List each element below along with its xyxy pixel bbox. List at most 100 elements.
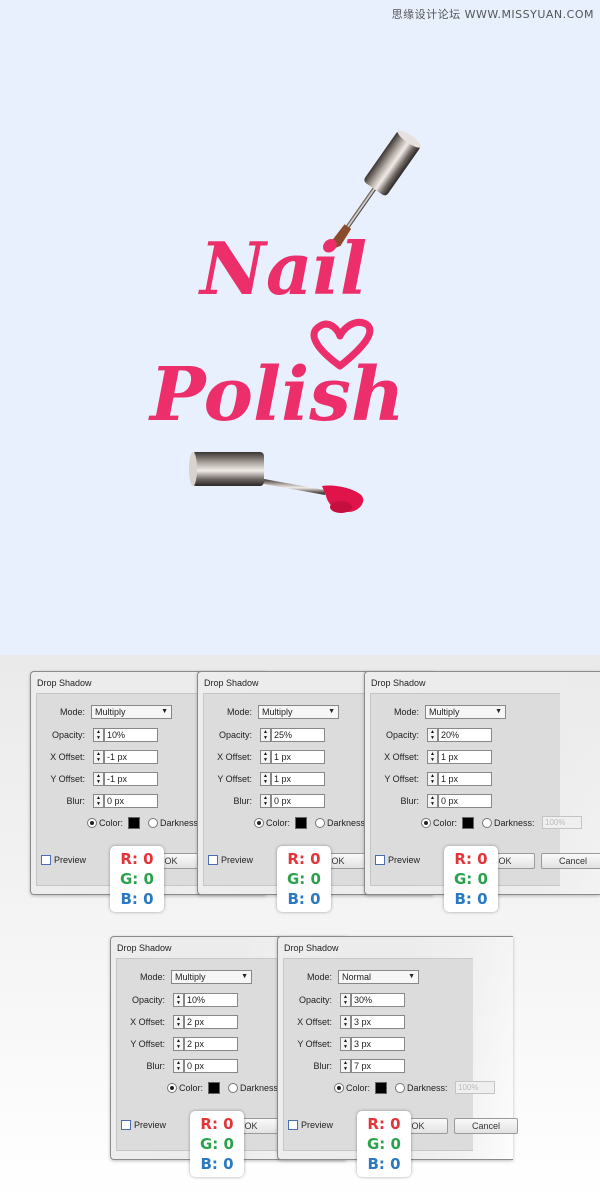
stepper-arrows-icon[interactable]: ▲ ▼ [260, 772, 271, 786]
y-offset-field[interactable]: 1 px [438, 772, 492, 786]
blur-label: Blur: [66, 796, 85, 806]
red-value: R: 0 [454, 850, 488, 868]
x-offset-field[interactable]: 1 px [271, 750, 325, 764]
color-swatch[interactable] [128, 817, 140, 829]
mode-select[interactable]: Multiply ▼ [171, 970, 252, 984]
mode-value: Normal [342, 972, 372, 982]
cancel-button[interactable]: Cancel [541, 853, 600, 869]
stepper-arrows-icon[interactable]: ▲ ▼ [93, 750, 104, 764]
stepper-arrows-icon[interactable]: ▲ ▼ [93, 728, 104, 742]
preview-checkbox[interactable] [121, 1120, 131, 1130]
opacity-field[interactable]: 10% [184, 993, 238, 1007]
color-row: Color: Darkness: 100% [284, 1081, 504, 1096]
stepper-arrows-icon[interactable]: ▲ ▼ [173, 1015, 184, 1029]
stepper-arrows-icon[interactable]: ▲ ▼ [427, 728, 438, 742]
mode-label: Mode: [306, 972, 332, 982]
polish-brush-bottom [189, 452, 364, 513]
stepper-arrows-icon[interactable]: ▲ ▼ [427, 794, 438, 808]
stepper-arrows-icon[interactable]: ▲ ▼ [340, 1037, 351, 1051]
darkness-radio[interactable] [395, 1083, 405, 1093]
opacity-label: Opacity: [385, 730, 419, 740]
stepper-arrows-icon[interactable]: ▲ ▼ [173, 1059, 184, 1073]
blur-field[interactable]: 0 px [104, 794, 158, 808]
cancel-button[interactable]: Cancel [454, 1118, 518, 1134]
opacity-field[interactable]: 20% [438, 728, 492, 742]
stepper-arrows-icon[interactable]: ▲ ▼ [173, 993, 184, 1007]
x-offset-field[interactable]: 1 px [438, 750, 492, 764]
rgb-color-badge: R: 0 G: 0 B: 0 [277, 846, 331, 912]
mode-value: Multiply [95, 707, 126, 717]
mode-select[interactable]: Normal ▼ [338, 970, 419, 984]
blur-field[interactable]: 7 px [351, 1059, 405, 1073]
color-label: Color: [346, 1083, 371, 1093]
x-offset-field[interactable]: -1 px [104, 750, 158, 764]
blur-field[interactable]: 0 px [271, 794, 325, 808]
y-offset-field[interactable]: -1 px [104, 772, 158, 786]
color-swatch[interactable] [295, 817, 307, 829]
color-radio[interactable] [167, 1083, 177, 1093]
stepper-arrows-icon[interactable]: ▲ ▼ [93, 772, 104, 786]
darkness-radio[interactable] [315, 818, 325, 828]
x-offset-label: X Offset: [217, 752, 252, 762]
artwork-text-nail: Nail [198, 226, 367, 311]
red-value: R: 0 [367, 1115, 401, 1133]
color-swatch[interactable] [208, 1082, 220, 1094]
mode-select[interactable]: Multiply ▼ [258, 705, 339, 719]
x-offset-field[interactable]: 3 px [351, 1015, 405, 1029]
color-label: Color: [179, 1083, 204, 1093]
stepper-arrows-icon[interactable]: ▲ ▼ [340, 1059, 351, 1073]
color-swatch[interactable] [375, 1082, 387, 1094]
y-offset-field[interactable]: 1 px [271, 772, 325, 786]
stepper-arrows-icon[interactable]: ▲ ▼ [260, 728, 271, 742]
y-offset-field[interactable]: 3 px [351, 1037, 405, 1051]
mode-select[interactable]: Multiply ▼ [91, 705, 172, 719]
y-offset-field[interactable]: 2 px [184, 1037, 238, 1051]
x-offset-label: X Offset: [50, 752, 85, 762]
opacity-field[interactable]: 10% [104, 728, 158, 742]
mode-label: Mode: [59, 707, 85, 717]
mode-select[interactable]: Multiply ▼ [425, 705, 506, 719]
nail-polish-illustration: Nail Polish [148, 130, 421, 513]
opacity-label: Opacity: [298, 995, 332, 1005]
preview-checkbox[interactable] [41, 855, 51, 865]
color-radio[interactable] [87, 818, 97, 828]
opacity-row: Opacity: ▲ ▼ 30% [284, 993, 504, 1007]
stepper-arrows-icon[interactable]: ▲ ▼ [340, 1015, 351, 1029]
darkness-radio[interactable] [228, 1083, 238, 1093]
stepper-arrows-icon[interactable]: ▲ ▼ [340, 993, 351, 1007]
dialog-title: Drop Shadow [284, 943, 339, 953]
preview-label: Preview [134, 1120, 167, 1130]
blur-label: Blur: [146, 1061, 165, 1071]
darkness-field[interactable]: 100% [542, 816, 582, 829]
stepper-arrows-icon[interactable]: ▲ ▼ [260, 750, 271, 764]
darkness-label: Darkness: [240, 1083, 281, 1093]
stepper-arrows-icon[interactable]: ▲ ▼ [260, 794, 271, 808]
color-radio[interactable] [421, 818, 431, 828]
stepper-arrows-icon[interactable]: ▲ ▼ [93, 794, 104, 808]
blue-value: B: 0 [454, 890, 488, 908]
x-offset-row: X Offset: ▲ ▼ 1 px [371, 750, 591, 764]
darkness-radio[interactable] [482, 818, 492, 828]
blur-field[interactable]: 0 px [184, 1059, 238, 1073]
darkness-field[interactable]: 100% [455, 1081, 495, 1094]
green-value: G: 0 [120, 870, 154, 888]
stepper-arrows-icon[interactable]: ▲ ▼ [427, 750, 438, 764]
stepper-arrows-icon[interactable]: ▲ ▼ [427, 772, 438, 786]
x-offset-label: X Offset: [384, 752, 419, 762]
color-radio[interactable] [254, 818, 264, 828]
opacity-label: Opacity: [131, 995, 165, 1005]
darkness-radio[interactable] [148, 818, 158, 828]
preview-checkbox[interactable] [208, 855, 218, 865]
preview-checkbox[interactable] [375, 855, 385, 865]
opacity-field[interactable]: 25% [271, 728, 325, 742]
green-value: G: 0 [454, 870, 488, 888]
opacity-field[interactable]: 30% [351, 993, 405, 1007]
color-swatch[interactable] [462, 817, 474, 829]
green-value: G: 0 [367, 1135, 401, 1153]
blur-field[interactable]: 0 px [438, 794, 492, 808]
mode-label: Mode: [139, 972, 165, 982]
stepper-arrows-icon[interactable]: ▲ ▼ [173, 1037, 184, 1051]
color-radio[interactable] [334, 1083, 344, 1093]
preview-checkbox[interactable] [288, 1120, 298, 1130]
x-offset-field[interactable]: 2 px [184, 1015, 238, 1029]
